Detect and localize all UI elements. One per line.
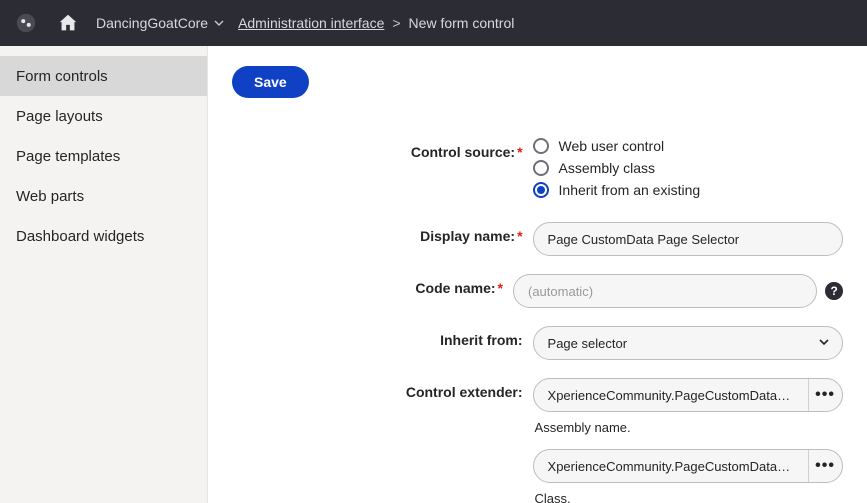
breadcrumb-link-admin[interactable]: Administration interface (238, 15, 384, 31)
topbar: DancingGoatCore Administration interface… (0, 0, 867, 46)
sidebar-item-page-templates[interactable]: Page templates (0, 136, 207, 176)
help-class: Class. (535, 491, 843, 503)
home-icon[interactable] (54, 9, 82, 37)
chevron-down-icon (817, 335, 831, 349)
site-selector[interactable]: DancingGoatCore (96, 15, 224, 31)
code-name-input[interactable] (513, 274, 817, 308)
radio-inherit-existing[interactable]: Inherit from an existing (533, 182, 843, 198)
radio-assembly-class[interactable]: Assembly class (533, 160, 843, 176)
extender-class-input[interactable]: XperienceCommunity.PageCustomDataCon… ••… (533, 449, 843, 483)
radio-web-user-control[interactable]: Web user control (533, 138, 843, 154)
label-inherit-from: Inherit from: (372, 326, 533, 348)
sidebar-item-page-layouts[interactable]: Page layouts (0, 96, 207, 136)
app-logo-icon[interactable] (12, 9, 40, 37)
label-control-source: Control source:* (372, 138, 533, 160)
label-code-name: Code name:* (372, 274, 513, 296)
breadcrumb-sep: > (392, 15, 400, 31)
more-icon[interactable]: ••• (808, 450, 842, 482)
radio-icon (533, 182, 549, 198)
help-assembly-name: Assembly name. (535, 420, 843, 435)
breadcrumb-current: New form control (409, 15, 515, 31)
radio-icon (533, 160, 549, 176)
help-icon[interactable]: ? (825, 282, 843, 300)
save-button[interactable]: Save (232, 66, 309, 98)
radio-icon (533, 138, 549, 154)
content-pane: Save Control source:* Web user control A… (208, 46, 867, 503)
extender-assembly-input[interactable]: XperienceCommunity.PageCustomDataCon… ••… (533, 378, 843, 412)
display-name-input[interactable] (533, 222, 843, 256)
site-name: DancingGoatCore (96, 15, 208, 31)
sidebar: Form controls Page layouts Page template… (0, 46, 208, 503)
chevron-down-icon (214, 18, 224, 28)
inherit-from-select[interactable]: Page selector (533, 326, 843, 360)
sidebar-item-form-controls[interactable]: Form controls (0, 56, 207, 96)
label-display-name: Display name:* (372, 222, 533, 244)
breadcrumb: Administration interface > New form cont… (238, 15, 514, 31)
label-control-extender: Control extender: (372, 378, 533, 400)
sidebar-item-web-parts[interactable]: Web parts (0, 176, 207, 216)
sidebar-item-dashboard-widgets[interactable]: Dashboard widgets (0, 216, 207, 256)
more-icon[interactable]: ••• (808, 379, 842, 411)
